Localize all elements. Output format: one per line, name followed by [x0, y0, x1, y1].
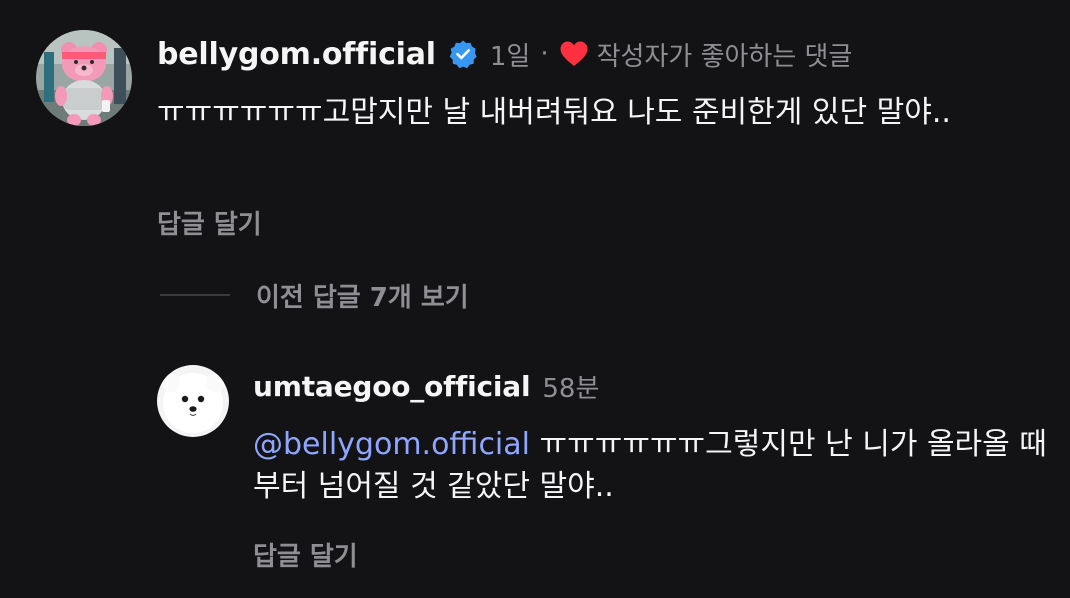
reply-header: umtaegoo_official 58분 — [253, 366, 599, 406]
heart-icon — [560, 41, 588, 66]
comment-header: bellygom.official 1일 · 작성자가 좋아하는 댓글 — [157, 32, 852, 76]
avatar-umtaegoo[interactable] — [157, 365, 229, 437]
reply-text: @bellygom.official ㅠㅠㅠㅠㅠㅠ그렇지만 난 니가 올라올 때… — [253, 424, 1053, 508]
reply-to-reply-button[interactable]: 답글 달기 — [253, 536, 358, 573]
view-previous-replies-label[interactable]: 이전 답글 7개 보기 — [256, 277, 469, 314]
reply-username[interactable]: umtaegoo_official — [253, 370, 531, 403]
avatar-bellygom[interactable] — [36, 30, 132, 126]
comment-username[interactable]: bellygom.official — [157, 37, 436, 72]
mention-link[interactable]: @bellygom.official — [253, 427, 530, 462]
reply-time: 58분 — [542, 373, 600, 404]
liked-by-author-label: 작성자가 좋아하는 댓글 — [596, 41, 853, 72]
thread-divider-line — [160, 294, 230, 296]
meta-separator: · — [540, 39, 549, 69]
comment-time: 1일 — [489, 41, 531, 72]
reply-button[interactable]: 답글 달기 — [157, 204, 262, 241]
verified-badge-icon — [449, 40, 477, 69]
view-previous-replies[interactable]: 이전 답글 7개 보기 — [160, 275, 469, 315]
comment-text: ㅠㅠㅠㅠㅠㅠ고맙지만 날 내버려둬요 나도 준비한게 있단 말야.. — [157, 95, 951, 130]
